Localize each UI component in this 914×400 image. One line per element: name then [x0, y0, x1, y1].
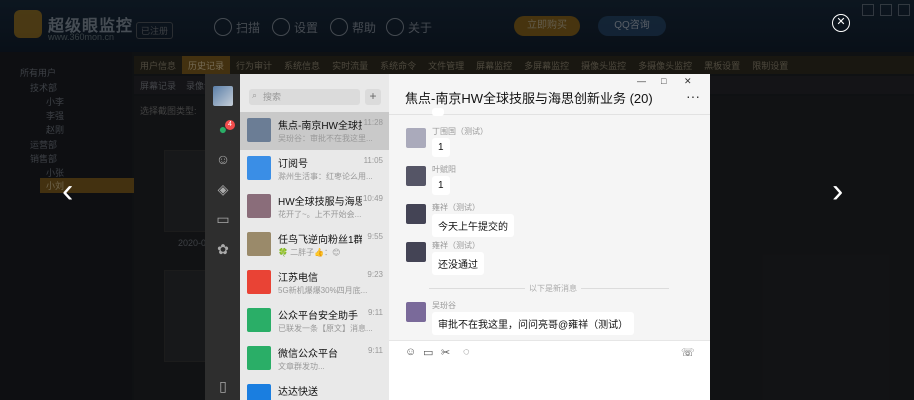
message-bubble: 审批不在我这里，问问亮哥@雍祥（测试） [432, 312, 635, 335]
more-icon[interactable]: ··· [686, 88, 700, 104]
avatar [406, 302, 426, 322]
avatar [247, 118, 271, 142]
message-bubble: 1 [432, 176, 450, 195]
avatar [247, 194, 271, 218]
avatar [247, 384, 271, 400]
message-bubble: 1 [432, 138, 450, 157]
moments-icon[interactable]: ✿ [214, 240, 232, 258]
avatar [406, 166, 426, 186]
wechat-window: ● 4 ☺ ◈ ▭ ✿ ▯ 搜索 ⌕ + 焦点-南京HW全球技服与海思... 1… [205, 74, 710, 400]
search-icon: ⌕ [252, 90, 258, 100]
folder-icon[interactable]: ▭ [423, 346, 433, 359]
avatar [406, 204, 426, 224]
avatar [406, 242, 426, 262]
emoji-icon[interactable]: ☺ [405, 346, 416, 358]
close-icon[interactable]: ✕ [684, 76, 692, 87]
list-item[interactable]: 微信公众平台 9:11 文章群发功... [240, 340, 389, 378]
folder-icon[interactable]: ▭ [214, 210, 232, 228]
favorites-icon[interactable]: ◈ [214, 180, 232, 198]
unread-badge: 4 [225, 120, 235, 130]
list-item[interactable]: 达达快送 [240, 378, 389, 400]
contacts-icon[interactable]: ☺ [214, 150, 232, 168]
list-item[interactable]: 订阅号 11:05 滁州生活事：红枣论么用... [240, 150, 389, 188]
list-item[interactable]: 任鸟飞逆向粉丝1群 9:55 🍀 二胖子👍：😊 [240, 226, 389, 264]
avatar [247, 270, 271, 294]
avatar [247, 232, 271, 256]
maximize-icon[interactable]: □ [661, 76, 666, 86]
scissors-icon[interactable]: ✂ [441, 346, 450, 359]
wechat-sidebar: ● 4 ☺ ◈ ▭ ✿ ▯ [205, 74, 240, 400]
voice-call-icon[interactable]: ☏ [681, 346, 695, 359]
message-input[interactable] [389, 340, 710, 400]
list-item[interactable]: 焦点-南京HW全球技服与海思... 11:28 吴玢谷：审批不在我这里... [240, 112, 389, 150]
list-item[interactable]: 公众平台安全助手 9:11 已联发一条【原文】消息... [240, 302, 389, 340]
chat-title: 焦点-南京HW全球技服与海思创新业务 (20) [405, 91, 653, 106]
avatar [247, 346, 271, 370]
message-bubble: 还没通过 [432, 252, 484, 275]
message-bubble [432, 108, 444, 116]
avatar [247, 156, 271, 180]
add-button[interactable]: + [365, 89, 381, 105]
phone-icon[interactable]: ▯ [214, 377, 232, 395]
chevron-right-icon[interactable]: › [832, 174, 843, 208]
message-bubble: 今天上午提交的 [432, 214, 514, 237]
chat-list: 搜索 ⌕ + 焦点-南京HW全球技服与海思... 11:28 吴玢谷：审批不在我… [240, 74, 389, 400]
chevron-left-icon[interactable]: ‹ [62, 174, 73, 208]
chat-bubble-icon[interactable]: ◌ [463, 346, 470, 358]
list-item[interactable]: HW全球技服与海思... 10:49 花开了~。上不开始会... [240, 188, 389, 226]
new-messages-label: 以下是新消息 [525, 283, 581, 294]
search-input[interactable]: 搜索 [249, 89, 360, 105]
avatar [406, 128, 426, 148]
minimize-icon[interactable]: — [637, 76, 646, 86]
chat-panel: — □ ✕ 焦点-南京HW全球技服与海思创新业务 (20) ··· 丁围国（测试… [389, 74, 710, 400]
close-circle-icon[interactable]: ✕ [832, 14, 850, 32]
avatar[interactable] [213, 86, 233, 106]
list-item[interactable]: 江苏电信 9:23 5G新机爆爆30%四月底... [240, 264, 389, 302]
avatar [247, 308, 271, 332]
